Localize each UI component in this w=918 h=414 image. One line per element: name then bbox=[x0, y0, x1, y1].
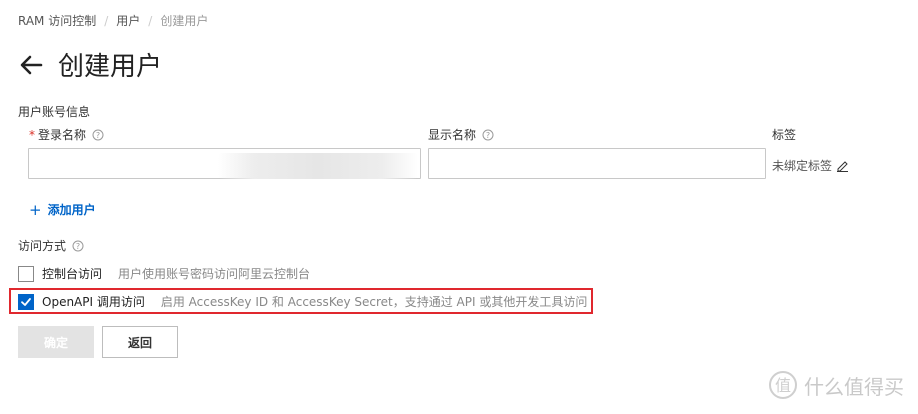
console-access-label[interactable]: 控制台访问 bbox=[42, 265, 102, 282]
redacted-overlay bbox=[218, 153, 418, 179]
question-circle-icon[interactable]: ? bbox=[72, 240, 84, 252]
display-name-input[interactable] bbox=[428, 148, 766, 179]
tags-label: 标签 bbox=[772, 128, 797, 142]
console-access-description: 用户使用账号密码访问阿里云控制台 bbox=[118, 267, 311, 281]
watermark-text: 什么值得买 bbox=[804, 374, 904, 399]
page-header: 创建用户 bbox=[18, 46, 162, 83]
highlight-annotation-box bbox=[9, 288, 593, 314]
access-section-heading: 访问方式 ? bbox=[18, 237, 84, 254]
breadcrumb-separator: / bbox=[148, 13, 153, 28]
access-section-heading-text: 访问方式 bbox=[18, 239, 67, 253]
breadcrumb-item-users[interactable]: 用户 bbox=[116, 12, 140, 29]
plus-icon: + bbox=[29, 200, 42, 219]
confirm-button[interactable]: 确定 bbox=[18, 326, 94, 358]
question-circle-icon[interactable]: ? bbox=[92, 129, 104, 141]
question-circle-icon[interactable]: ? bbox=[482, 129, 494, 141]
svg-text:值: 值 bbox=[775, 376, 791, 395]
console-access-checkbox[interactable] bbox=[18, 265, 34, 282]
breadcrumb-separator: / bbox=[104, 13, 109, 28]
breadcrumb: RAM 访问控制 / 用户 / 创建用户 bbox=[18, 12, 208, 29]
svg-text:?: ? bbox=[76, 242, 80, 251]
smzdm-logo-icon: 值 bbox=[768, 370, 798, 400]
svg-text:?: ? bbox=[96, 131, 100, 140]
pencil-icon[interactable] bbox=[836, 159, 849, 172]
account-section-heading: 用户账号信息 bbox=[18, 105, 91, 119]
breadcrumb-item-create-user: 创建用户 bbox=[160, 14, 209, 28]
tags-value-text: 未绑定标签 bbox=[772, 159, 833, 173]
display-name-label: 显示名称 ? bbox=[428, 126, 494, 143]
arrow-left-icon[interactable] bbox=[18, 52, 44, 78]
login-name-label: * 登录名称 ? bbox=[29, 126, 104, 143]
add-user-button[interactable]: + 添加用户 bbox=[29, 201, 96, 218]
svg-text:?: ? bbox=[486, 131, 490, 140]
required-mark: * bbox=[29, 127, 35, 142]
watermark: 值 什么值得买 bbox=[768, 370, 904, 400]
tags-value[interactable]: 未绑定标签 bbox=[772, 157, 849, 174]
back-button[interactable]: 返回 bbox=[102, 326, 178, 358]
display-name-label-text: 显示名称 bbox=[428, 128, 477, 142]
add-user-label: 添加用户 bbox=[47, 203, 96, 217]
breadcrumb-item-ram[interactable]: RAM 访问控制 bbox=[18, 12, 96, 29]
access-option-console[interactable]: 控制台访问 用户使用账号密码访问阿里云控制台 bbox=[18, 265, 310, 282]
login-name-label-text: 登录名称 bbox=[38, 128, 87, 142]
page-title: 创建用户 bbox=[58, 52, 163, 82]
